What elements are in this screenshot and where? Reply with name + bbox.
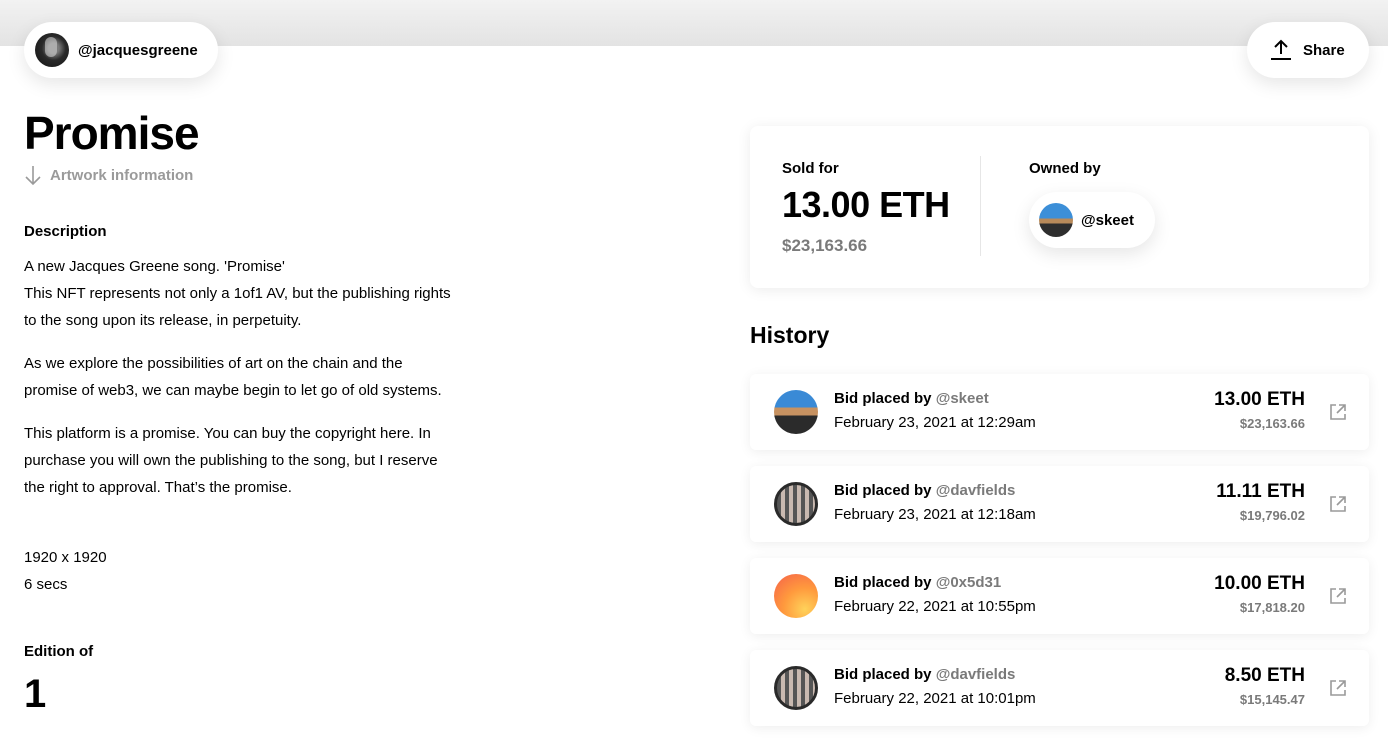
history-action-label: Bid placed by — [834, 390, 932, 407]
bidder-handle-link[interactable]: @davfields — [936, 666, 1016, 683]
history-action: Bid placed by @davfields — [834, 482, 1015, 499]
artwork-specs: 1920 x 1920 6 secs — [24, 544, 107, 598]
history-date: February 23, 2021 at 12:18am — [834, 506, 1036, 523]
description-paragraph: A new Jacques Greene song. 'Promise' Thi… — [24, 258, 451, 329]
history-action: Bid placed by @0x5d31 — [834, 574, 1001, 591]
owner-profile-link[interactable]: @skeet — [1029, 192, 1155, 248]
artwork-duration: 6 secs — [24, 576, 68, 593]
external-link-icon[interactable] — [1329, 495, 1347, 513]
history-row: Bid placed by @davfields February 23, 20… — [750, 466, 1369, 542]
artwork-information-link[interactable]: Artwork information — [24, 164, 193, 186]
bid-eth: 11.11 ETH — [1216, 481, 1305, 502]
owner-avatar — [1039, 203, 1073, 237]
artwork-information-label: Artwork information — [50, 166, 194, 184]
bidder-avatar[interactable] — [774, 574, 818, 618]
arrow-down-icon — [25, 166, 41, 186]
external-link-icon[interactable] — [1329, 403, 1347, 421]
bid-eth: 8.50 ETH — [1224, 665, 1305, 686]
artwork-dimensions: 1920 x 1920 — [24, 549, 107, 566]
description-heading: Description — [24, 223, 107, 240]
creator-profile-link[interactable]: @jacquesgreene — [24, 22, 218, 78]
history-date: February 22, 2021 at 10:55pm — [834, 598, 1036, 615]
bidder-handle-link[interactable]: @davfields — [936, 482, 1016, 499]
artwork-title: Promise — [24, 107, 200, 159]
description-paragraph: As we explore the possibilities of art o… — [24, 355, 442, 399]
sold-price-eth: 13.00 ETH — [782, 184, 950, 225]
external-link-icon[interactable] — [1329, 679, 1347, 697]
owner-handle: @skeet — [1081, 211, 1134, 229]
sold-for-label: Sold for — [782, 160, 839, 177]
creator-handle: @jacquesgreene — [78, 41, 198, 59]
history-action-label: Bid placed by — [834, 482, 932, 499]
bid-usd: $15,145.47 — [1239, 692, 1305, 707]
bid-usd: $17,818.20 — [1239, 600, 1305, 615]
edition-value: 1 — [24, 672, 47, 716]
history-action: Bid placed by @skeet — [834, 390, 989, 407]
sale-divider — [980, 156, 981, 256]
history-action-label: Bid placed by — [834, 574, 932, 591]
history-heading: History — [750, 322, 830, 348]
history-row: Bid placed by @davfields February 22, 20… — [750, 650, 1369, 726]
history-action: Bid placed by @davfields — [834, 666, 1015, 683]
edition-label: Edition of — [24, 643, 94, 660]
external-link-icon[interactable] — [1329, 587, 1347, 605]
creator-avatar — [35, 33, 69, 67]
history-date: February 23, 2021 at 12:29am — [834, 414, 1036, 431]
owned-by-label: Owned by — [1029, 160, 1101, 177]
share-label: Share — [1303, 41, 1345, 59]
history-row: Bid placed by @0x5d31 February 22, 2021 … — [750, 558, 1369, 634]
description-paragraph: This platform is a promise. You can buy … — [24, 425, 438, 496]
sale-card: Sold for 13.00 ETH $23,163.66 Owned by @… — [750, 126, 1369, 288]
bidder-avatar[interactable] — [774, 666, 818, 710]
description-text: A new Jacques Greene song. 'Promise' Thi… — [24, 253, 454, 501]
bid-eth: 13.00 ETH — [1214, 389, 1305, 410]
bidder-handle-link[interactable]: @0x5d31 — [936, 574, 1002, 591]
bid-usd: $19,796.02 — [1239, 508, 1305, 523]
bidder-avatar[interactable] — [774, 482, 818, 526]
bidder-handle-link[interactable]: @skeet — [936, 390, 989, 407]
share-button[interactable]: Share — [1247, 22, 1369, 78]
bidder-avatar[interactable] — [774, 390, 818, 434]
sold-price-usd: $23,163.66 — [782, 236, 868, 255]
history-date: February 22, 2021 at 10:01pm — [834, 690, 1036, 707]
bid-usd: $23,163.66 — [1239, 416, 1305, 431]
share-upload-icon — [1271, 39, 1291, 60]
bid-eth: 10.00 ETH — [1214, 573, 1305, 594]
history-row: Bid placed by @skeet February 23, 2021 a… — [750, 374, 1369, 450]
history-action-label: Bid placed by — [834, 666, 932, 683]
